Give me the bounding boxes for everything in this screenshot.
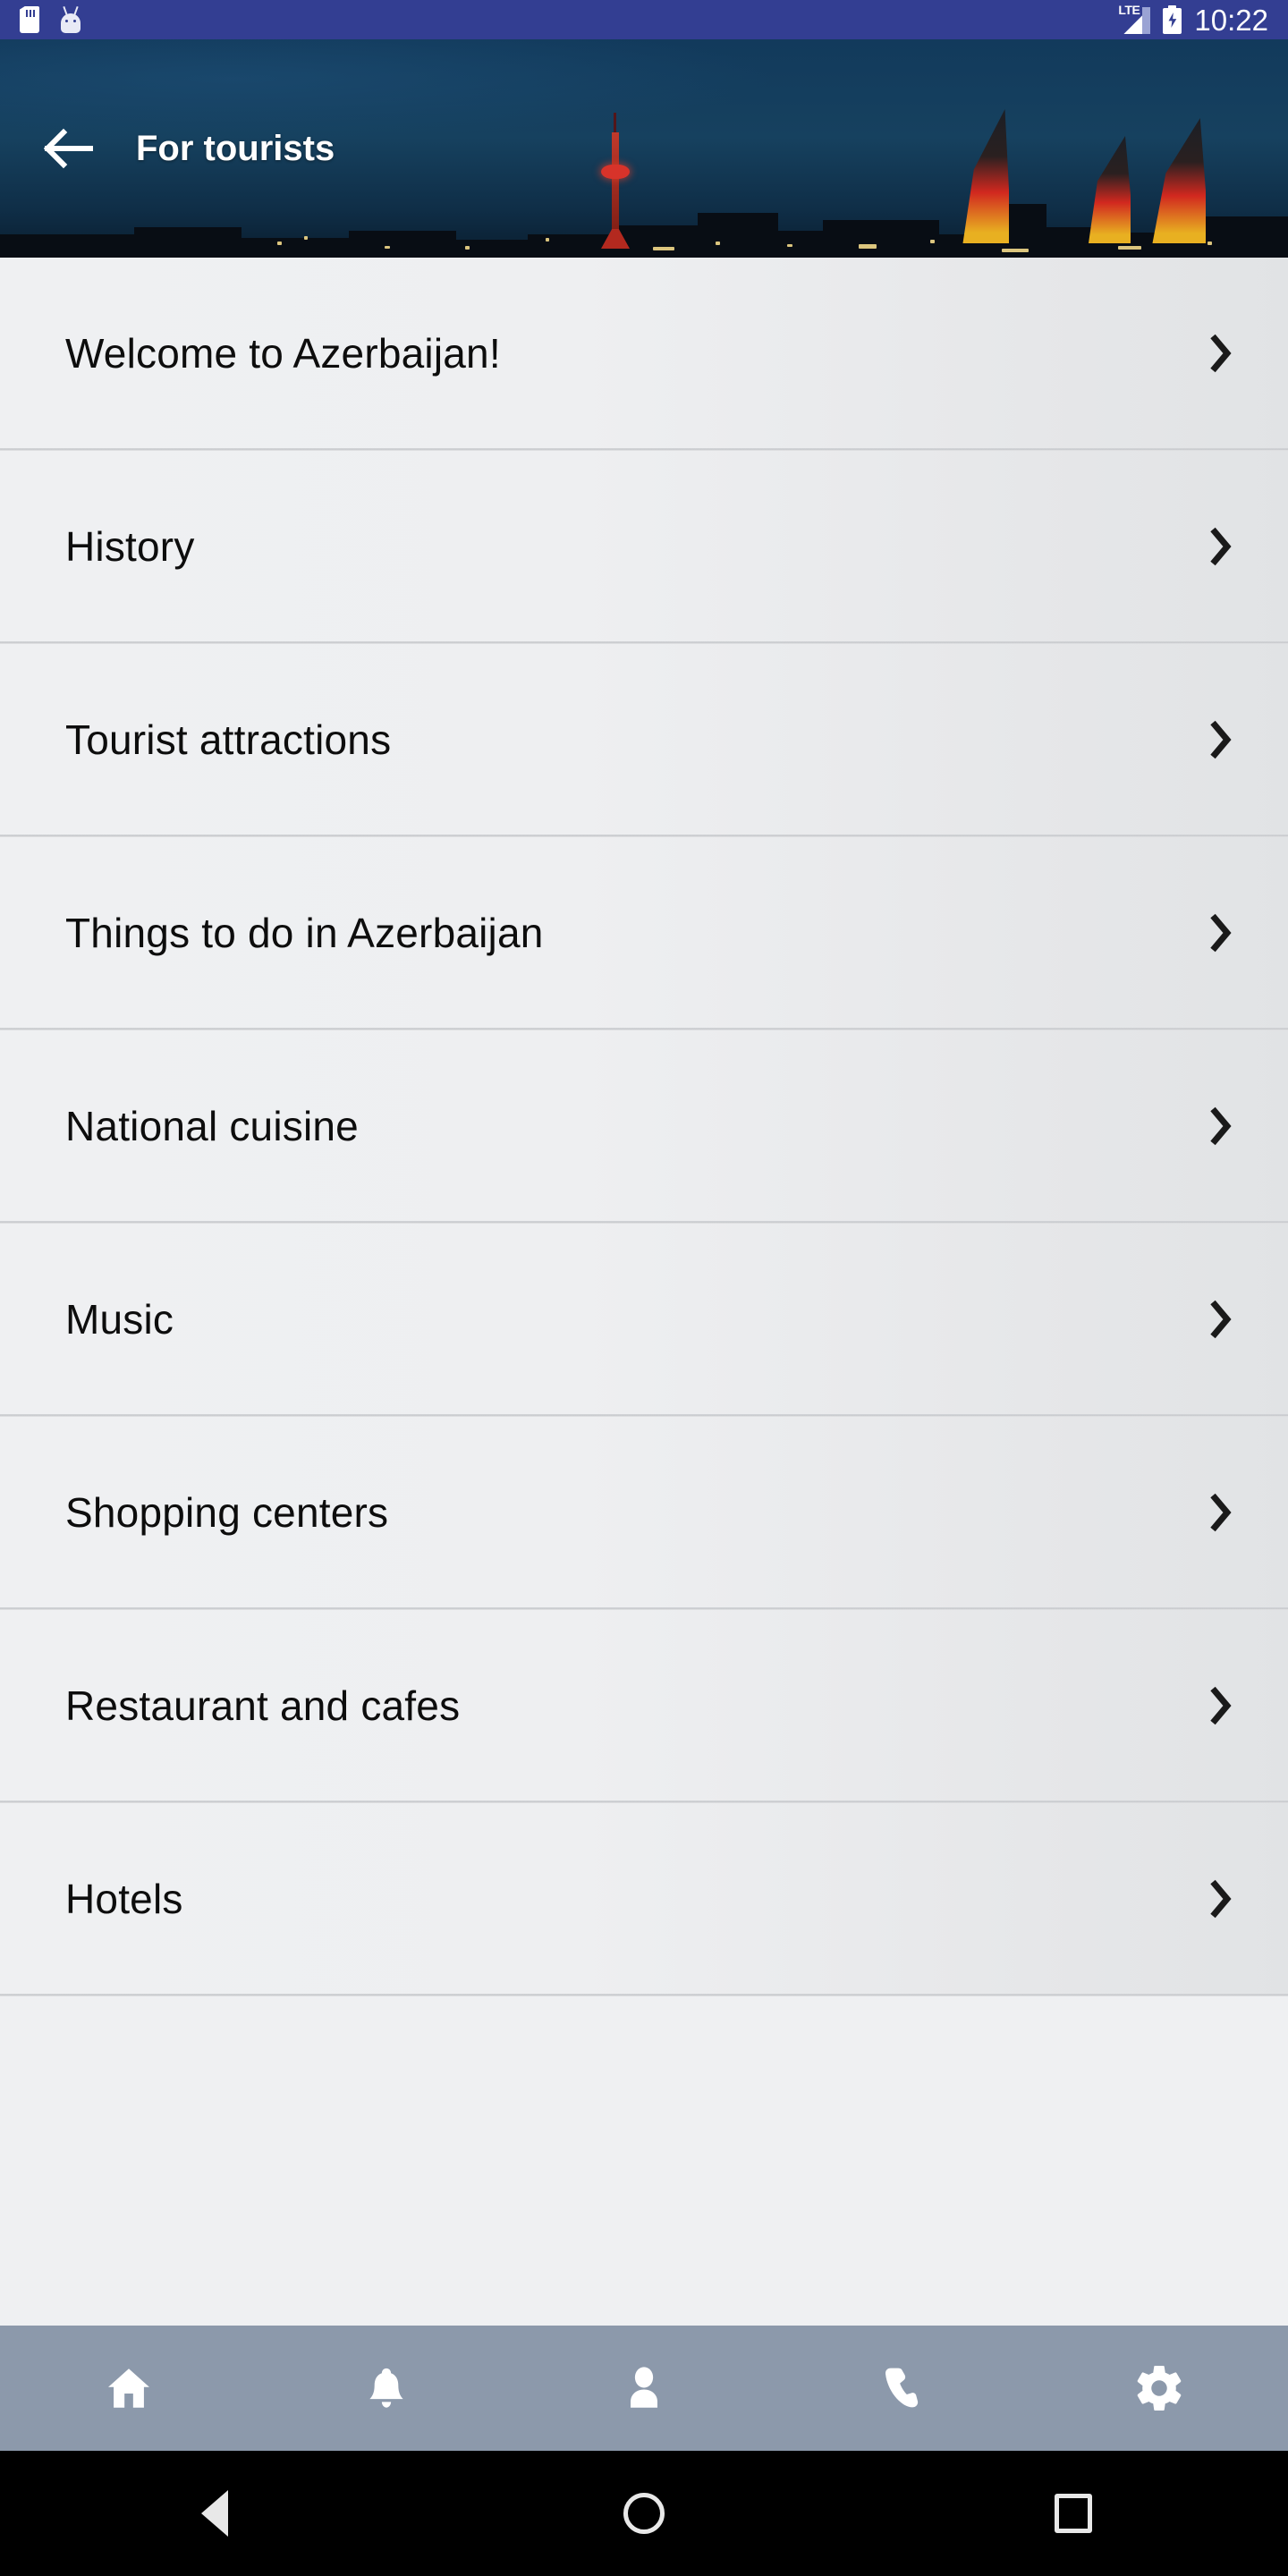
app-toolbar: For tourists — [0, 39, 1288, 258]
list-item[interactable]: Restaurant and cafes — [0, 1610, 1288, 1801]
list-item-label: Tourist attractions — [65, 716, 392, 763]
list-item-label: History — [65, 522, 195, 570]
list-empty-space — [0, 1996, 1288, 2274]
chevron-right-icon — [1208, 524, 1234, 569]
status-bar-clock: 10:22 — [1194, 3, 1268, 37]
gear-icon — [1137, 2366, 1182, 2411]
android-home-button[interactable] — [429, 2493, 859, 2534]
bottom-nav-notifications[interactable] — [258, 2326, 515, 2451]
list-item[interactable]: National cuisine — [0, 1030, 1288, 1221]
battery-charging-icon — [1163, 5, 1182, 34]
triangle-back-icon — [201, 2490, 228, 2537]
person-icon — [631, 2367, 657, 2408]
bottom-nav-contact[interactable] — [773, 2326, 1030, 2451]
chevron-right-icon — [1208, 1104, 1234, 1148]
list-item-label: Music — [65, 1295, 174, 1343]
home-icon — [108, 2368, 149, 2408]
list-item[interactable]: History — [0, 451, 1288, 641]
list-item[interactable]: Music — [0, 1224, 1288, 1414]
status-bar-left-icons — [20, 5, 82, 33]
android-back-button[interactable] — [0, 2490, 429, 2537]
android-navigation-bar — [0, 2451, 1288, 2576]
bottom-nav-settings[interactable] — [1030, 2326, 1288, 2451]
list-item-label: Hotels — [65, 1875, 183, 1922]
list-item[interactable]: Welcome to Azerbaijan! — [0, 258, 1288, 448]
android-mascot-icon — [59, 5, 82, 33]
list-item-label: Welcome to Azerbaijan! — [65, 329, 501, 377]
list-item[interactable]: Things to do in Azerbaijan — [0, 837, 1288, 1028]
chevron-right-icon — [1208, 911, 1234, 955]
status-bar: LTE 10:22 — [0, 0, 1288, 39]
list-item[interactable]: Tourist attractions — [0, 644, 1288, 835]
list-item-label: Restaurant and cafes — [65, 1682, 461, 1729]
list-item-label: Things to do in Azerbaijan — [65, 909, 544, 956]
chevron-right-icon — [1208, 331, 1234, 376]
bottom-nav-home[interactable] — [0, 2326, 258, 2451]
chevron-right-icon — [1208, 717, 1234, 762]
network-type-label: LTE — [1118, 3, 1140, 17]
arrow-left-icon — [44, 128, 93, 169]
back-button[interactable] — [20, 99, 118, 198]
bottom-navigation-bar — [0, 2326, 1288, 2451]
chevron-right-icon — [1208, 1683, 1234, 1728]
list-item[interactable]: Shopping centers — [0, 1417, 1288, 1607]
list-item-label: National cuisine — [65, 1102, 359, 1149]
list-item[interactable]: Hotels — [0, 1803, 1288, 1994]
list-item-label: Shopping centers — [65, 1488, 389, 1536]
sd-card-icon — [20, 6, 39, 33]
bottom-nav-profile[interactable] — [515, 2326, 773, 2451]
bell-icon — [369, 2368, 403, 2408]
chevron-right-icon — [1208, 1490, 1234, 1535]
status-bar-right-icons: LTE 10:22 — [1118, 3, 1268, 37]
page-title: For tourists — [136, 128, 335, 168]
chevron-right-icon — [1208, 1877, 1234, 1921]
signal-icon: LTE — [1118, 3, 1151, 34]
square-recents-icon — [1055, 2494, 1092, 2533]
phone-icon — [885, 2368, 919, 2408]
tourist-sections-list: Welcome to Azerbaijan! History Tourist a… — [0, 258, 1288, 2274]
phone-screen: LTE 10:22 For tourists Welcome to Azerba… — [0, 0, 1288, 2576]
circle-home-icon — [623, 2493, 665, 2534]
android-recents-button[interactable] — [859, 2494, 1288, 2533]
chevron-right-icon — [1208, 1297, 1234, 1342]
